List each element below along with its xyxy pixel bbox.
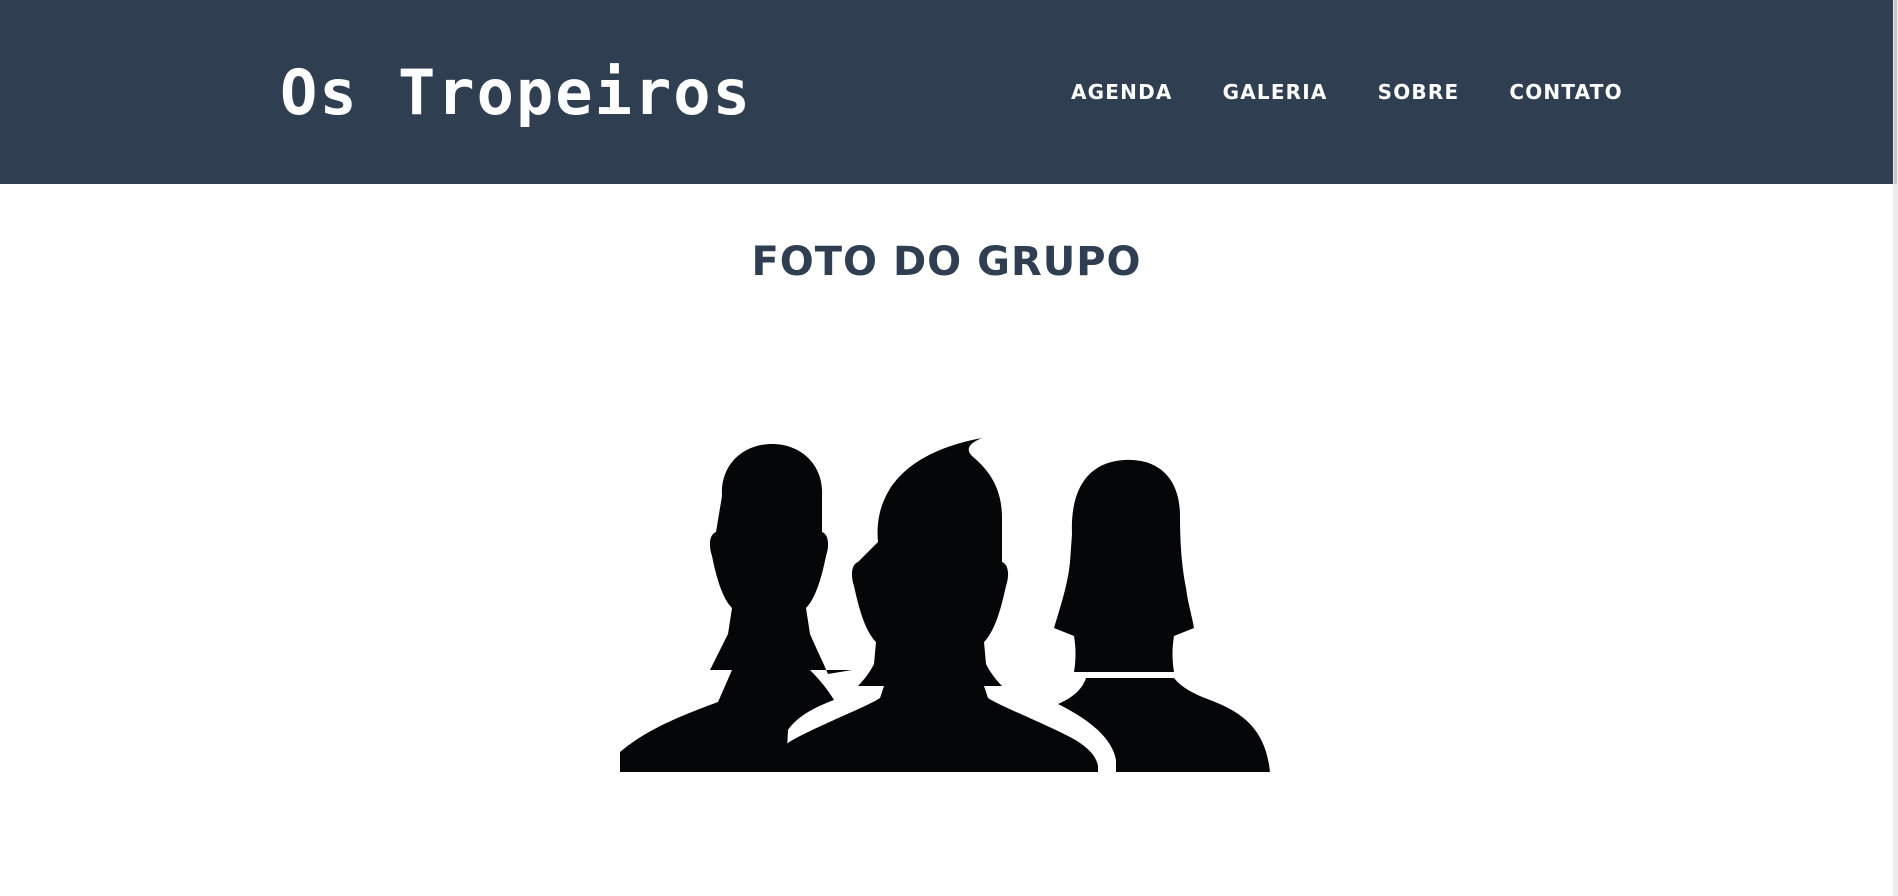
main-nav: AGENDA GALERIA SOBRE CONTATO <box>1071 79 1623 105</box>
site-header: Os Tropeiros AGENDA GALERIA SOBRE CONTAT… <box>0 0 1893 184</box>
page-scrollbar[interactable] <box>1893 0 1898 896</box>
section-title: FOTO DO GRUPO <box>751 239 1142 285</box>
logo-wordmark: Os Tropeiros <box>280 56 750 128</box>
scrollbar-thumb[interactable] <box>1894 0 1897 184</box>
site-logo[interactable]: Os Tropeiros <box>280 52 750 128</box>
group-photo <box>620 438 1270 772</box>
group-silhouette-icon <box>620 438 1270 772</box>
svg-text:Os Tropeiros: Os Tropeiros <box>280 56 750 128</box>
nav-link-sobre[interactable]: SOBRE <box>1378 79 1460 105</box>
nav-link-galeria[interactable]: GALERIA <box>1223 79 1328 105</box>
nav-link-contato[interactable]: CONTATO <box>1509 79 1622 105</box>
nav-link-agenda[interactable]: AGENDA <box>1071 79 1173 105</box>
page: Os Tropeiros AGENDA GALERIA SOBRE CONTAT… <box>0 0 1898 896</box>
